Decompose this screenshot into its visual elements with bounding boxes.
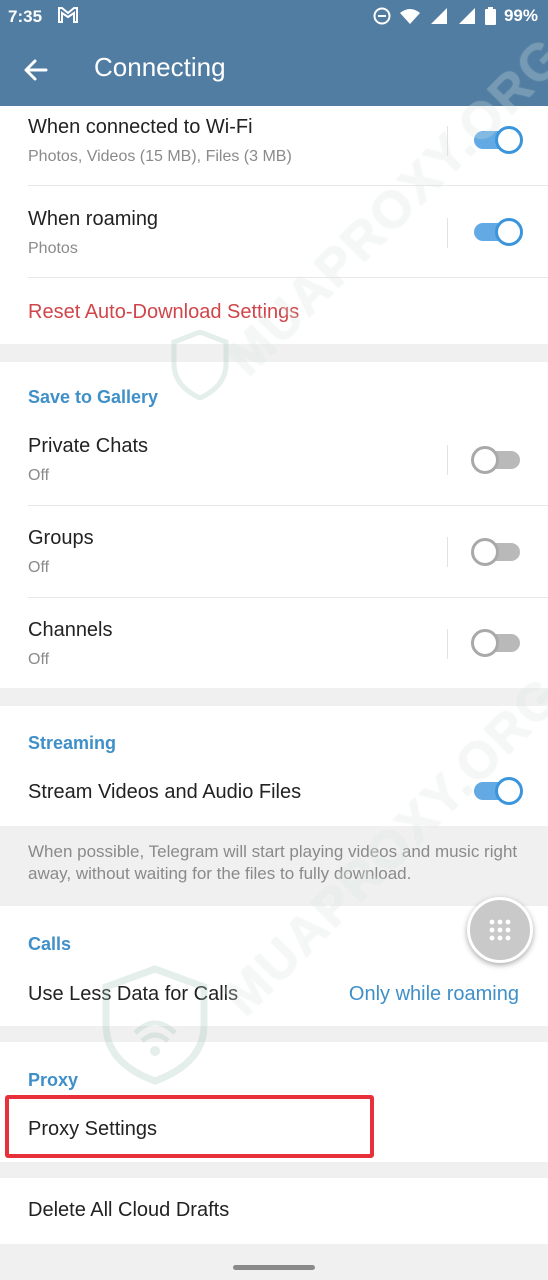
- stream-videos-toggle[interactable]: [474, 777, 523, 805]
- wifi-toggle[interactable]: [474, 126, 523, 154]
- private-chats-subtitle: Off: [28, 467, 50, 484]
- app-bar: Connecting: [0, 34, 548, 106]
- vertical-separator: [447, 537, 448, 567]
- battery-percent: 99%: [503, 6, 538, 25]
- section-header-calls: Calls: [28, 934, 72, 954]
- wifi-autodownload-row[interactable]: When connected to Wi-Fi Photos, Videos (…: [0, 106, 548, 186]
- proxy-section: Proxy: [0, 1042, 548, 1096]
- roaming-autodownload-row[interactable]: When roaming Photos: [0, 186, 548, 278]
- signal-icon: [430, 8, 447, 24]
- section-gap: [0, 1162, 548, 1178]
- section-header-streaming: Streaming: [28, 733, 117, 753]
- groups-toggle[interactable]: [471, 538, 520, 566]
- section-gap: [0, 688, 548, 706]
- stream-videos-title: Stream Videos and Audio Files: [28, 781, 302, 803]
- channels-row[interactable]: Channels Off: [0, 598, 548, 688]
- roaming-toggle[interactable]: [474, 218, 523, 246]
- stream-videos-row[interactable]: Stream Videos and Audio Files: [0, 756, 548, 826]
- private-chats-toggle[interactable]: [471, 446, 520, 474]
- delete-drafts-row[interactable]: Delete All Cloud Drafts: [0, 1178, 548, 1244]
- channels-subtitle: Off: [28, 651, 50, 668]
- wifi-icon: [399, 9, 420, 24]
- gmail-icon: [58, 7, 78, 23]
- channels-toggle[interactable]: [471, 629, 520, 657]
- gesture-nav-pill[interactable]: [233, 1265, 315, 1270]
- groups-subtitle: Off: [28, 559, 50, 576]
- private-chats-title: Private Chats: [28, 435, 149, 457]
- section-header-proxy: Proxy: [28, 1070, 79, 1090]
- page-title: Connecting: [94, 52, 226, 82]
- section-gap: [0, 1026, 548, 1042]
- roaming-row-title: When roaming: [28, 208, 159, 230]
- section-header-save-to-gallery: Save to Gallery: [28, 387, 159, 407]
- channels-title: Channels: [28, 619, 113, 641]
- vertical-separator: [447, 126, 448, 156]
- status-icons: 99%: [373, 6, 538, 26]
- private-chats-row[interactable]: Private Chats Off: [0, 414, 548, 506]
- calls-section: Calls: [0, 906, 548, 956]
- reset-autodownload-button[interactable]: Reset Auto-Download Settings: [28, 301, 299, 324]
- vertical-separator: [447, 629, 448, 659]
- signal-icon-2: [458, 8, 475, 24]
- reset-autodownload-row[interactable]: Reset Auto-Download Settings: [0, 278, 548, 344]
- section-gap: [0, 344, 548, 362]
- use-less-data-title: Use Less Data for Calls: [28, 983, 239, 1005]
- groups-title: Groups: [28, 527, 94, 549]
- delete-drafts-label[interactable]: Delete All Cloud Drafts: [28, 1199, 229, 1222]
- wifi-row-subtitle: Photos, Videos (15 MB), Files (3 MB): [28, 148, 292, 165]
- arrow-left-icon[interactable]: [22, 56, 50, 84]
- proxy-settings-row[interactable]: Proxy Settings: [0, 1096, 548, 1162]
- save-to-gallery-section: Save to Gallery: [0, 362, 548, 414]
- floating-grid-button[interactable]: [467, 897, 533, 963]
- proxy-settings-label[interactable]: Proxy Settings: [28, 1118, 157, 1141]
- streaming-section: Streaming: [0, 706, 548, 756]
- wifi-row-title: When connected to Wi-Fi: [28, 116, 253, 138]
- nav-bar-area: [0, 1244, 548, 1280]
- vertical-separator: [447, 445, 448, 475]
- vertical-separator: [447, 218, 448, 248]
- roaming-row-subtitle: Photos: [28, 240, 78, 257]
- status-bar: 7:35 99%: [0, 0, 548, 34]
- grid-dots-icon: [489, 919, 511, 941]
- status-time: 7:35: [8, 7, 43, 26]
- battery-icon: [484, 7, 496, 25]
- groups-row[interactable]: Groups Off: [0, 506, 548, 598]
- use-less-data-row[interactable]: Use Less Data for Calls Only while roami…: [0, 956, 548, 1026]
- use-less-data-value: Only while roaming: [348, 983, 519, 1005]
- do-not-disturb-icon: [373, 7, 391, 25]
- streaming-info-text: When possible, Telegram will start playi…: [0, 826, 548, 906]
